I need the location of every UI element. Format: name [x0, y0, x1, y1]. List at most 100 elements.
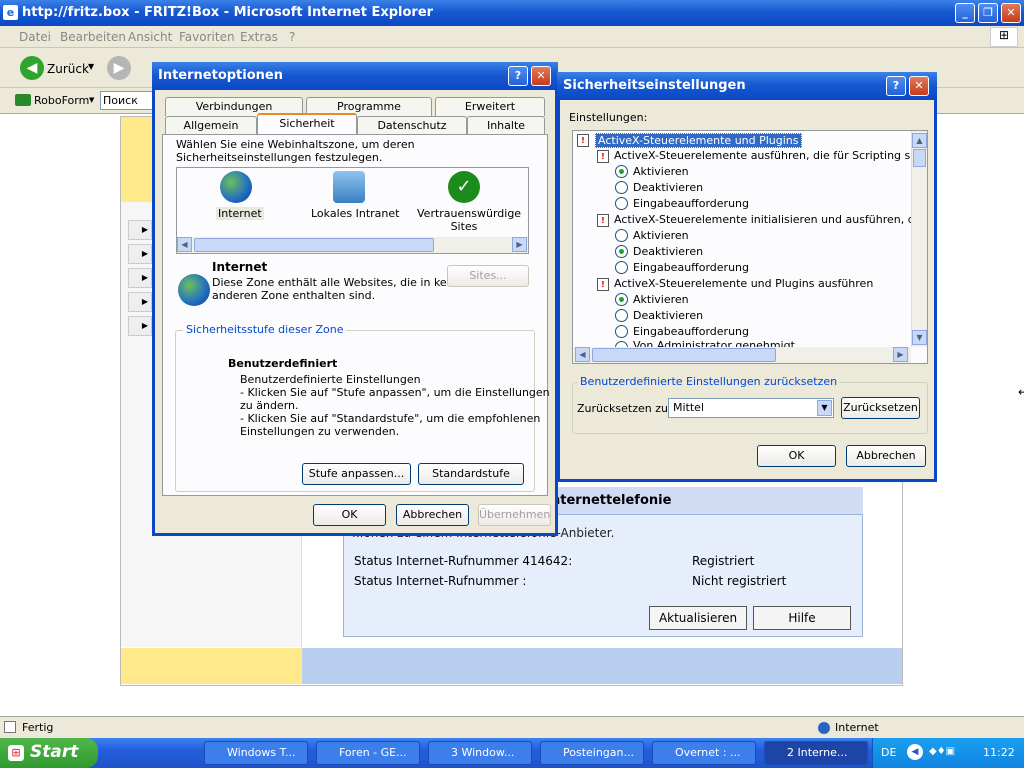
ie-title-bar[interactable]: e http://fritz.box - FRITZ!Box - Microso… — [0, 0, 1024, 26]
security-ok-button[interactable]: OK — [757, 445, 836, 467]
item3-radio-enable[interactable] — [615, 293, 628, 306]
item1-prompt-label[interactable]: Eingabeaufforderung — [633, 197, 749, 210]
maximize-button[interactable]: ❐ — [978, 3, 998, 23]
setting-item-2[interactable]: ActiveX-Steuerelemente initialisieren un… — [614, 213, 927, 226]
back-label[interactable]: Zurück — [47, 62, 89, 76]
internet-options-cancel-button[interactable]: Abbrechen — [396, 504, 469, 526]
item2-enable-label[interactable]: Aktivieren — [633, 229, 689, 242]
language-indicator[interactable]: DE — [881, 746, 896, 759]
item3-prompt-label[interactable]: Eingabeaufforderung — [633, 325, 749, 338]
menu-bearbeiten[interactable]: Bearbeiten — [60, 30, 126, 44]
tab-sicherheit[interactable]: Sicherheit — [257, 113, 357, 135]
back-arrow-icon[interactable]: ◀ — [20, 56, 44, 80]
nav-arrow-3[interactable]: ▶ — [128, 268, 152, 288]
task-foren[interactable]: Foren - GE... — [316, 741, 420, 765]
zone-trusted-sites[interactable]: Vertrauenswürdige Sites — [417, 207, 521, 233]
scroll-left-icon[interactable]: ◀ — [177, 237, 192, 252]
zone-scrollbar[interactable]: ◀ ▶ — [177, 237, 528, 253]
task-overnet[interactable]: Overnet : ... — [652, 741, 756, 765]
tab-inhalte[interactable]: Inhalte — [467, 116, 545, 135]
item1-radio-enable[interactable] — [615, 165, 628, 178]
setting-item-3[interactable]: ActiveX-Steuerelemente und Plugins ausfü… — [614, 277, 873, 290]
security-settings-close-button[interactable]: ✕ — [909, 76, 929, 96]
security-help-question-icon[interactable]: ? — [886, 76, 906, 96]
tab-allgemein[interactable]: Allgemein — [165, 116, 257, 135]
trusted-sites-check-icon[interactable]: ✓ — [448, 171, 480, 203]
help-button[interactable]: Hilfe — [753, 606, 851, 630]
task-windows[interactable]: Windows T... — [204, 741, 308, 765]
item1-disable-label[interactable]: Deaktivieren — [633, 181, 703, 194]
item1-enable-label[interactable]: Aktivieren — [633, 165, 689, 178]
apply-button[interactable]: Übernehmen — [478, 504, 551, 526]
item3-radio-disable[interactable] — [615, 309, 628, 322]
nav-arrow-4[interactable]: ▶ — [128, 292, 152, 312]
tray-arrow-icon[interactable]: ◀ — [907, 744, 923, 760]
tab-datenschutz[interactable]: Datenschutz — [357, 116, 467, 135]
roboform-dropdown-icon[interactable]: ▼ — [89, 96, 94, 104]
tab-erweitert[interactable]: Erweitert — [435, 97, 545, 116]
security-cancel-button[interactable]: Abbrechen — [846, 445, 926, 467]
default-level-button[interactable]: Standardstufe — [418, 463, 524, 485]
scroll-right-icon[interactable]: ▶ — [512, 237, 527, 252]
forward-arrow-icon[interactable]: ▶ — [107, 56, 131, 80]
tree-horizontal-scrollbar[interactable]: ◀ ▶ — [573, 347, 911, 363]
settings-tree[interactable]: ! ActiveX-Steuerelemente und Plugins ! A… — [572, 130, 928, 364]
item1-radio-disable[interactable] — [615, 181, 628, 194]
item1-radio-prompt[interactable] — [615, 197, 628, 210]
item2-radio-enable[interactable] — [615, 229, 628, 242]
tree-hscroll-thumb[interactable] — [592, 348, 776, 362]
roboform-icon — [15, 94, 31, 106]
back-dropdown-icon[interactable]: ▼ — [88, 62, 94, 71]
tree-scroll-right-icon[interactable]: ▶ — [893, 347, 908, 362]
internet-options-close-button[interactable]: ✕ — [531, 66, 551, 86]
menu-ansicht[interactable]: Ansicht — [128, 30, 172, 44]
close-button[interactable]: ✕ — [1001, 3, 1021, 23]
zone-scroll-thumb[interactable] — [194, 238, 434, 252]
chevron-down-icon[interactable]: ▼ — [817, 400, 832, 416]
menu-help[interactable]: ? — [289, 30, 295, 44]
roboform-label[interactable]: RoboForm — [34, 94, 89, 107]
zone-local-intranet[interactable]: Lokales Intranet — [311, 207, 399, 220]
menu-datei[interactable]: Datei — [19, 30, 51, 44]
menu-extras[interactable]: Extras — [240, 30, 278, 44]
category-activex[interactable]: ActiveX-Steuerelemente und Plugins — [595, 133, 802, 148]
nav-arrow-2[interactable]: ▶ — [128, 244, 152, 264]
tree-vertical-scrollbar[interactable]: ▲ ▼ — [911, 131, 927, 347]
menu-favoriten[interactable]: Favoriten — [179, 30, 235, 44]
reset-level-select[interactable]: Mittel ▼ — [668, 398, 834, 418]
item3-enable-label[interactable]: Aktivieren — [633, 293, 689, 306]
item3-radio-prompt[interactable] — [615, 325, 628, 338]
item2-disable-label[interactable]: Deaktivieren — [633, 245, 703, 258]
help-question-icon[interactable]: ? — [508, 66, 528, 86]
scroll-up-icon[interactable]: ▲ — [912, 133, 927, 148]
setting-item-1[interactable]: ActiveX-Steuerelemente ausführen, die fü… — [614, 149, 927, 162]
security-settings-title-bar[interactable]: Sicherheitseinstellungen ? ✕ — [557, 72, 937, 100]
internet-options-ok-button[interactable]: OK — [313, 504, 386, 526]
zone-internet[interactable]: Internet — [216, 207, 264, 220]
internet-globe-icon[interactable] — [220, 171, 252, 203]
task-explorer-group[interactable]: 3 Window... — [428, 741, 532, 765]
task-internet-explorer-group[interactable]: 2 Interne... — [764, 741, 868, 765]
search-input[interactable]: Поиск — [100, 91, 156, 110]
tree-scroll-left-icon[interactable]: ◀ — [575, 347, 590, 362]
sites-button[interactable]: Sites... — [447, 265, 529, 287]
scroll-down-icon[interactable]: ▼ — [912, 330, 927, 345]
item2-prompt-label[interactable]: Eingabeaufforderung — [633, 261, 749, 274]
tray-icons[interactable]: ◆♦▣ — [929, 746, 971, 760]
reset-button[interactable]: Zurücksetzen — [841, 397, 920, 419]
refresh-button[interactable]: Aktualisieren — [649, 606, 747, 630]
tree-vscroll-thumb[interactable] — [913, 149, 926, 167]
item2-radio-disable[interactable] — [615, 245, 628, 258]
minimize-button[interactable]: _ — [955, 3, 975, 23]
start-button[interactable]: ⊞ Start — [0, 738, 98, 768]
intranet-computer-icon[interactable] — [333, 171, 365, 203]
custom-level-button[interactable]: Stufe anpassen... — [302, 463, 411, 485]
item3-admin-label-cut[interactable]: Von Administrator genehmigt — [633, 339, 795, 347]
internet-options-title-bar[interactable]: Internetoptionen ? ✕ — [152, 62, 558, 90]
item2-radio-prompt[interactable] — [615, 261, 628, 274]
task-posteingang[interactable]: Posteingan... — [540, 741, 644, 765]
nav-arrow-5[interactable]: ▶ — [128, 316, 152, 336]
nav-arrow-1[interactable]: ▶ — [128, 220, 152, 240]
start-label: Start — [30, 742, 79, 762]
item3-disable-label[interactable]: Deaktivieren — [633, 309, 703, 322]
